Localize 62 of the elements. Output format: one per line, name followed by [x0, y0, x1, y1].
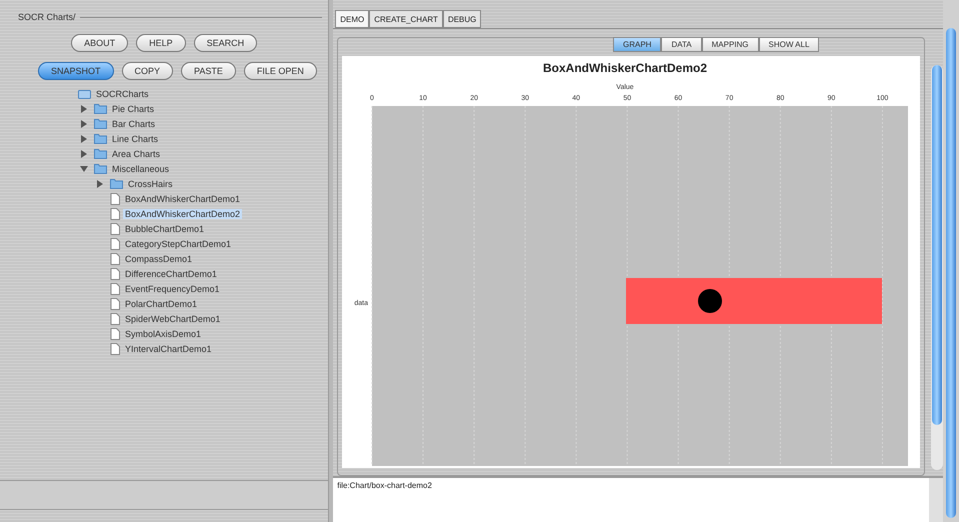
scrollbar[interactable]	[929, 478, 944, 522]
document-icon	[110, 282, 120, 294]
view-tab[interactable]: GRAPH	[613, 37, 662, 52]
document-icon	[110, 222, 120, 234]
document-icon	[110, 298, 120, 310]
status-text: file:Chart/box-chart-demo2	[336, 480, 433, 492]
toolbar-button[interactable]: COPY	[122, 62, 174, 80]
folder-icon	[94, 148, 107, 159]
tree-item[interactable]: SOCRCharts	[94, 88, 151, 98]
document-icon	[110, 312, 120, 324]
expand-arrow-icon[interactable]	[80, 150, 88, 158]
tree-item[interactable]: YIntervalChartDemo1	[123, 344, 214, 354]
scrollbar[interactable]	[943, 0, 959, 522]
tree-item[interactable]: CategoryStepChartDemo1	[123, 238, 234, 248]
document-icon	[110, 268, 120, 280]
document-icon	[110, 342, 120, 354]
folder-icon	[94, 163, 107, 174]
tab[interactable]: DEMO	[335, 10, 370, 28]
tree-item[interactable]: Line Charts	[110, 134, 160, 144]
expand-arrow-icon[interactable]	[80, 120, 88, 128]
tree-item[interactable]: BubbleChartDemo1	[123, 224, 206, 234]
tree-item[interactable]: BoxAndWhiskerChartDemo1	[123, 194, 242, 204]
tree-item[interactable]: CrossHairs	[126, 178, 175, 188]
folder-icon	[110, 178, 123, 189]
tree-item[interactable]: Pie Charts	[110, 104, 156, 114]
view-tab[interactable]: MAPPING	[702, 37, 759, 52]
toolbar-button[interactable]: SNAPSHOT	[38, 62, 114, 80]
tab[interactable]: DEBUG	[442, 10, 482, 28]
tree-item[interactable]: SymbolAxisDemo1	[123, 328, 204, 338]
tree-item[interactable]: Bar Charts	[110, 118, 158, 128]
view-tab[interactable]: SHOW ALL	[758, 37, 820, 52]
expand-arrow-icon[interactable]	[80, 164, 88, 172]
document-icon	[110, 208, 120, 220]
panel-title: SOCR Charts/	[18, 12, 76, 22]
toolbar-button[interactable]: HELP	[136, 34, 186, 52]
tree-item[interactable]: BoxAndWhiskerChartDemo2	[123, 208, 242, 218]
expand-arrow-icon[interactable]	[80, 134, 88, 142]
toolbar-button[interactable]: PASTE	[181, 62, 236, 80]
tab[interactable]: CREATE_CHART	[369, 10, 443, 28]
tree-item[interactable]: Area Charts	[110, 148, 162, 158]
folder-icon	[94, 103, 107, 114]
expand-arrow-icon[interactable]	[96, 180, 104, 188]
document-icon	[110, 252, 120, 264]
view-tab[interactable]: DATA	[661, 37, 702, 52]
tree-item[interactable]: Miscellaneous	[110, 164, 172, 174]
tree-item[interactable]: SpiderWebChartDemo1	[123, 314, 222, 324]
tree-item[interactable]: PolarChartDemo1	[123, 298, 200, 308]
scrollbar[interactable]	[931, 65, 944, 470]
folder-icon	[94, 133, 107, 144]
expand-arrow-icon[interactable]	[80, 104, 88, 112]
toolbar-button[interactable]: FILE OPEN	[244, 62, 317, 80]
folder-icon	[94, 118, 107, 129]
drive-icon	[78, 88, 91, 99]
tree-item[interactable]: CompassDemo1	[123, 254, 194, 264]
document-icon	[110, 238, 120, 250]
toolbar-button[interactable]: SEARCH	[194, 34, 258, 52]
chart-title: BoxAndWhiskerChartDemo2	[543, 61, 708, 75]
toolbar-button[interactable]: ABOUT	[71, 34, 128, 52]
document-icon	[110, 192, 120, 204]
tree-item[interactable]: EventFrequencyDemo1	[123, 284, 222, 294]
tree-item[interactable]: DifferenceChartDemo1	[123, 268, 219, 278]
document-icon	[110, 328, 120, 340]
